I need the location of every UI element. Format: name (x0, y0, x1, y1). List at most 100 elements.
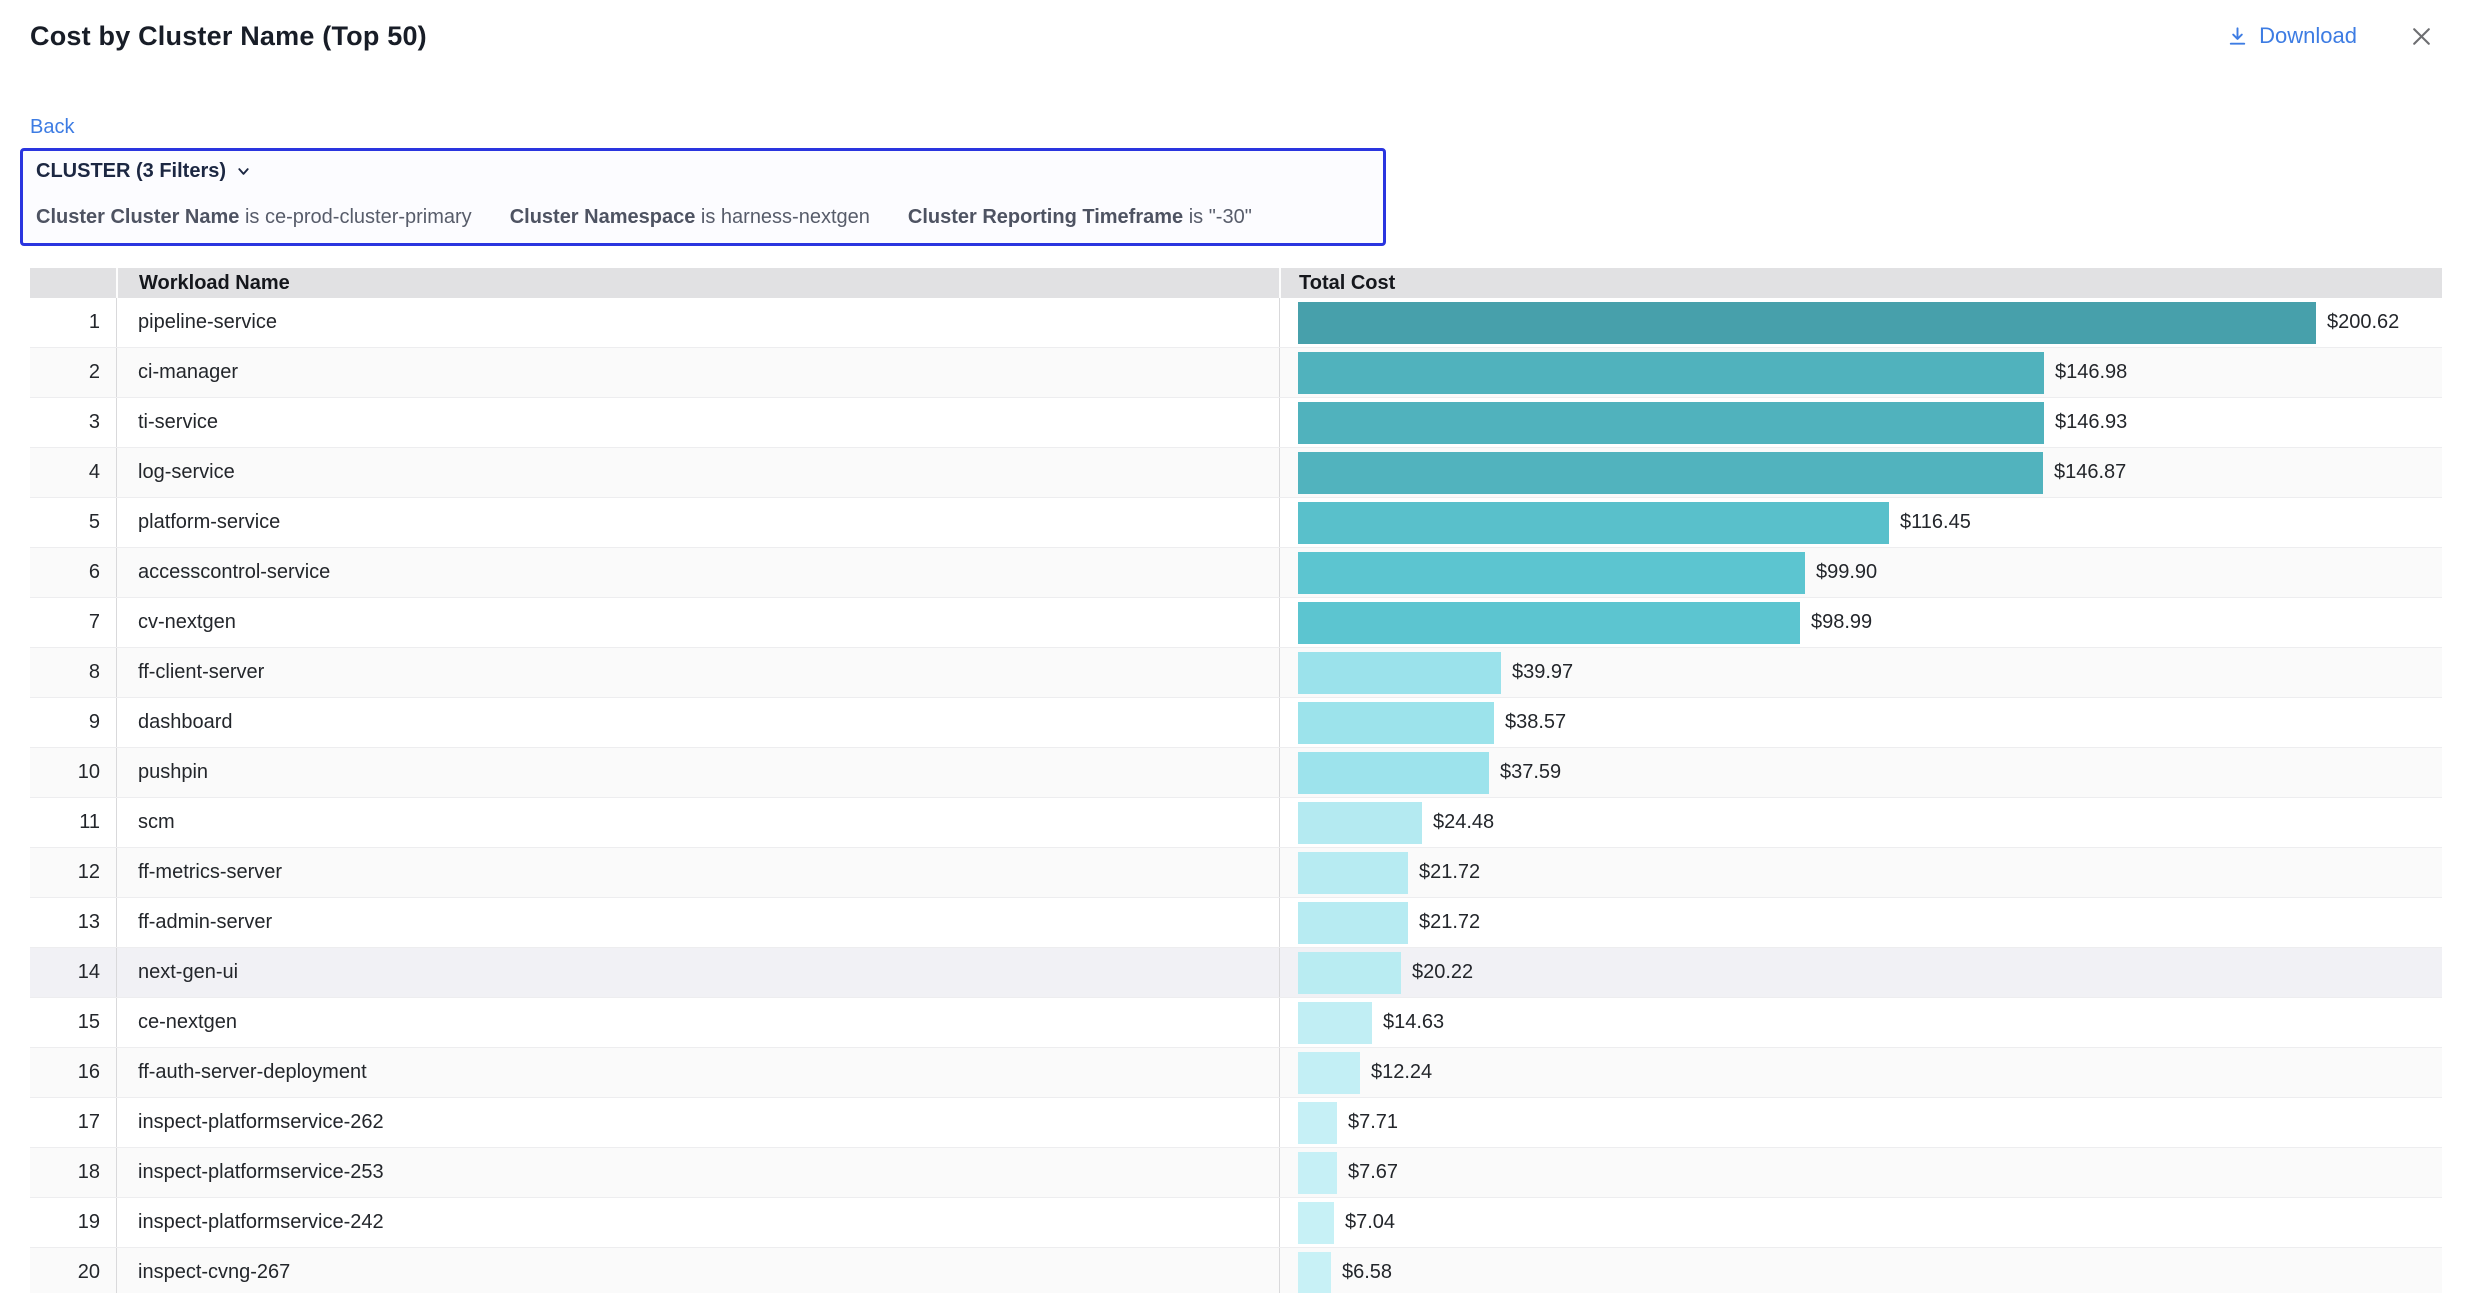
row-rank: 9 (30, 698, 116, 747)
row-workload-name: log-service (116, 448, 1279, 497)
table-row[interactable]: 6 accesscontrol-service $99.90 (30, 548, 2442, 598)
row-workload-name: ci-manager (116, 348, 1279, 397)
table-row[interactable]: 18 inspect-platformservice-253 $7.67 (30, 1148, 2442, 1198)
table-row[interactable]: 7 cv-nextgen $98.99 (30, 598, 2442, 648)
close-button[interactable] (2409, 24, 2434, 49)
topbar: Cost by Cluster Name (Top 50) Download (0, 0, 2470, 56)
row-cost-value: $7.67 (1348, 1161, 1398, 1184)
download-label: Download (2259, 23, 2357, 49)
filter-group-label: CLUSTER (3 Filters) (36, 160, 226, 183)
filter-list: Cluster Cluster Name is ce-prod-cluster-… (36, 206, 1369, 229)
row-workload-name: next-gen-ui (116, 948, 1279, 997)
cost-bar (1298, 352, 2044, 394)
table-row[interactable]: 9 dashboard $38.57 (30, 698, 2442, 748)
row-cost-value: $14.63 (1383, 1011, 1444, 1034)
row-rank: 13 (30, 898, 116, 947)
row-rank: 6 (30, 548, 116, 597)
row-cost-value: $98.99 (1811, 611, 1872, 634)
row-workload-name: ff-client-server (116, 648, 1279, 697)
filter-field: Cluster Reporting Timeframe (908, 206, 1183, 228)
row-workload-name: inspect-cvng-267 (116, 1248, 1279, 1293)
row-workload-name: scm (116, 798, 1279, 847)
row-workload-name: inspect-platformservice-253 (116, 1148, 1279, 1197)
back-link[interactable]: Back (30, 116, 74, 139)
row-rank: 8 (30, 648, 116, 697)
row-cost-cell: $7.71 (1279, 1098, 2442, 1147)
row-cost-cell: $7.04 (1279, 1198, 2442, 1247)
cost-bar (1298, 1052, 1360, 1094)
row-workload-name: ff-metrics-server (116, 848, 1279, 897)
table-row[interactable]: 16 ff-auth-server-deployment $12.24 (30, 1048, 2442, 1098)
cost-bar (1298, 802, 1422, 844)
cost-bar (1298, 1252, 1331, 1294)
row-rank: 4 (30, 448, 116, 497)
row-rank: 1 (30, 298, 116, 347)
row-cost-value: $116.45 (1900, 511, 1971, 534)
table-row[interactable]: 3 ti-service $146.93 (30, 398, 2442, 448)
filter-condition: Cluster Reporting Timeframe is "-30" (908, 206, 1252, 229)
row-cost-value: $20.22 (1412, 961, 1473, 984)
row-cost-cell: $38.57 (1279, 698, 2442, 747)
row-workload-name: dashboard (116, 698, 1279, 747)
row-workload-name: inspect-platformservice-242 (116, 1198, 1279, 1247)
table-row[interactable]: 5 platform-service $116.45 (30, 498, 2442, 548)
table-row[interactable]: 17 inspect-platformservice-262 $7.71 (30, 1098, 2442, 1148)
row-cost-cell: $21.72 (1279, 848, 2442, 897)
filter-panel: CLUSTER (3 Filters) Cluster Cluster Name… (20, 148, 1386, 246)
cost-bar (1298, 1002, 1372, 1044)
row-cost-cell: $99.90 (1279, 548, 2442, 597)
row-cost-cell: $146.87 (1279, 448, 2442, 497)
cost-bar (1298, 1102, 1337, 1144)
row-rank: 5 (30, 498, 116, 547)
row-rank: 10 (30, 748, 116, 797)
table-row[interactable]: 15 ce-nextgen $14.63 (30, 998, 2442, 1048)
table-row[interactable]: 14 next-gen-ui $20.22 (30, 948, 2442, 998)
page-title: Cost by Cluster Name (Top 50) (30, 21, 427, 52)
table-row[interactable]: 20 inspect-cvng-267 $6.58 (30, 1248, 2442, 1293)
cost-bar (1298, 552, 1805, 594)
filter-group-toggle[interactable]: CLUSTER (3 Filters) (36, 160, 251, 183)
row-rank: 12 (30, 848, 116, 897)
cost-bar (1298, 402, 2044, 444)
table-row[interactable]: 12 ff-metrics-server $21.72 (30, 848, 2442, 898)
filter-condition: Cluster Namespace is harness-nextgen (510, 206, 870, 229)
row-rank: 16 (30, 1048, 116, 1097)
download-button[interactable]: Download (2226, 23, 2357, 49)
row-workload-name: ce-nextgen (116, 998, 1279, 1047)
cost-bar (1298, 652, 1501, 694)
row-cost-cell: $12.24 (1279, 1048, 2442, 1097)
row-workload-name: ff-auth-server-deployment (116, 1048, 1279, 1097)
row-cost-cell: $14.63 (1279, 998, 2442, 1047)
table-row[interactable]: 1 pipeline-service $200.62 (30, 298, 2442, 348)
row-cost-cell: $37.59 (1279, 748, 2442, 797)
topbar-actions: Download (2226, 23, 2434, 49)
row-workload-name: pipeline-service (116, 298, 1279, 347)
table-row[interactable]: 4 log-service $146.87 (30, 448, 2442, 498)
table-row[interactable]: 11 scm $24.48 (30, 798, 2442, 848)
close-icon (2409, 37, 2434, 52)
row-cost-cell: $146.93 (1279, 398, 2442, 447)
cost-bar (1298, 602, 1800, 644)
row-cost-value: $146.93 (2055, 411, 2127, 434)
row-cost-value: $39.97 (1512, 661, 1573, 684)
row-rank: 15 (30, 998, 116, 1047)
filter-field: Cluster Cluster Name (36, 206, 239, 228)
table-row[interactable]: 10 pushpin $37.59 (30, 748, 2442, 798)
row-cost-value: $200.62 (2327, 311, 2399, 334)
row-workload-name: cv-nextgen (116, 598, 1279, 647)
table-row[interactable]: 2 ci-manager $146.98 (30, 348, 2442, 398)
row-cost-cell: $24.48 (1279, 798, 2442, 847)
cost-table: Workload Name Total Cost 1 pipeline-serv… (30, 268, 2442, 1293)
row-cost-value: $6.58 (1342, 1261, 1392, 1284)
cost-bar (1298, 852, 1408, 894)
filter-value: is ce-prod-cluster-primary (245, 206, 472, 228)
row-cost-cell: $21.72 (1279, 898, 2442, 947)
row-cost-value: $38.57 (1505, 711, 1566, 734)
table-row[interactable]: 13 ff-admin-server $21.72 (30, 898, 2442, 948)
row-rank: 19 (30, 1198, 116, 1247)
download-icon (2226, 25, 2249, 48)
cost-bar (1298, 752, 1489, 794)
table-row[interactable]: 19 inspect-platformservice-242 $7.04 (30, 1198, 2442, 1248)
row-rank: 11 (30, 798, 116, 847)
table-row[interactable]: 8 ff-client-server $39.97 (30, 648, 2442, 698)
